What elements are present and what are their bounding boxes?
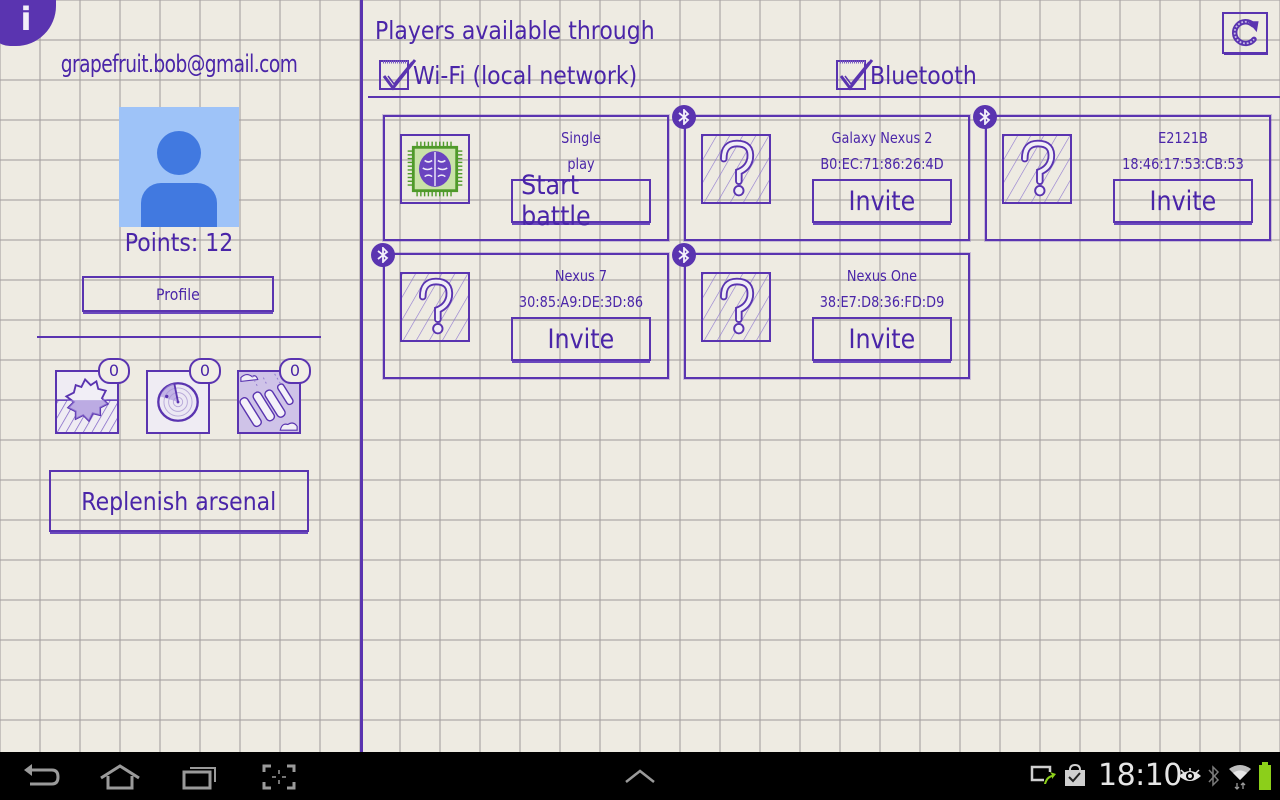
action-button-label: Invite <box>1149 185 1217 217</box>
unknown-player-icon <box>703 136 769 202</box>
info-icon: i <box>20 0 32 38</box>
bluetooth-checkbox-box <box>836 59 874 91</box>
unknown-player-icon <box>703 274 769 340</box>
bluetooth-badge <box>672 243 696 267</box>
back-icon <box>24 764 60 786</box>
invite-button[interactable]: Invite <box>812 317 952 361</box>
home-icon <box>100 764 140 790</box>
smart-stay-status <box>1178 768 1202 788</box>
player-avatar <box>701 134 771 204</box>
profile-button-label: Profile <box>156 284 200 304</box>
arsenal-count-missiles: 0 <box>279 358 311 384</box>
battery-status <box>1258 762 1272 794</box>
checkmark-icon <box>839 59 874 91</box>
player-card: Galaxy Nexus 2 B0:EC:71:86:26:4D Invite <box>672 105 970 241</box>
shopping-bag-check-icon <box>1065 763 1085 786</box>
action-button-label: Invite <box>848 323 916 355</box>
bluetooth-filter-label: Bluetooth <box>870 60 977 90</box>
player-name: Galaxy Nexus 2 <box>831 129 933 147</box>
bluetooth-badge <box>371 243 395 267</box>
bluetooth-icon <box>678 247 690 263</box>
screenshot-button[interactable] <box>262 764 296 790</box>
screen-mirror-status <box>1030 764 1056 790</box>
bluetooth-icon <box>678 109 690 125</box>
profile-button[interactable]: Profile <box>82 276 274 312</box>
bluetooth-badge <box>973 105 997 129</box>
bluetooth-badge <box>672 105 696 129</box>
bluetooth-icon <box>979 109 991 125</box>
player-card: Single play Start battle <box>383 115 669 241</box>
wifi-filter-checkbox[interactable]: Wi-Fi (local network) <box>379 59 668 91</box>
player-card: E2121B 18:46:17:53:CB:53 Invite <box>973 105 1271 241</box>
unknown-player-icon <box>402 274 468 340</box>
bluetooth-status <box>1208 764 1220 792</box>
arsenal-count-mine: 0 <box>98 358 130 384</box>
refresh-button[interactable] <box>1222 12 1268 54</box>
player-address: 38:E7:D8:36:FD:D9 <box>819 293 945 311</box>
recent-apps-button[interactable] <box>182 764 218 790</box>
players-title: Players available through <box>375 16 655 45</box>
user-email: grapefruit.bob@gmail.com <box>60 50 298 78</box>
screen-share-icon <box>1030 765 1056 784</box>
wifi-signal-icon <box>1229 765 1251 790</box>
player-address: 30:85:A9:DE:3D:86 <box>518 293 644 311</box>
bluetooth-filter-checkbox[interactable]: Bluetooth <box>836 59 991 91</box>
wifi-status <box>1228 764 1252 794</box>
player-name: Single <box>561 129 601 147</box>
brain-chip-icon <box>407 141 463 197</box>
player-avatar <box>701 272 771 342</box>
wifi-filter-label: Wi-Fi (local network) <box>413 60 638 90</box>
system-nav-bar: 18:10 <box>0 752 1280 800</box>
invite-button[interactable]: Invite <box>812 179 952 223</box>
app-screen: i grapefruit.bob@gmail.com Points: 12 Pr… <box>0 0 1280 752</box>
player-avatar <box>400 272 470 342</box>
chevron-up-icon <box>625 769 655 783</box>
checkmark-icon <box>382 59 417 91</box>
invite-button[interactable]: Invite <box>511 317 651 361</box>
action-button-label: Invite <box>547 323 615 355</box>
back-button[interactable] <box>22 764 60 790</box>
store-status <box>1064 763 1086 790</box>
refresh-icon <box>1231 19 1259 47</box>
replenish-arsenal-label: Replenish arsenal <box>81 486 277 516</box>
invite-button[interactable]: Invite <box>1113 179 1253 223</box>
clock: 18:10 <box>1098 758 1182 793</box>
replenish-arsenal-button[interactable]: Replenish arsenal <box>49 470 309 532</box>
avatar-head <box>157 131 201 175</box>
player-avatar <box>1002 134 1072 204</box>
start-battle-button[interactable]: Start battle <box>511 170 651 232</box>
unknown-player-icon <box>1004 136 1070 202</box>
sidebar-divider <box>37 336 321 338</box>
avatar-body <box>141 183 217 227</box>
player-card: Nexus One 38:E7:D8:36:FD:D9 Invite <box>672 243 970 379</box>
wifi-checkbox-box <box>379 59 417 91</box>
recent-apps-icon <box>182 767 216 790</box>
player-address: 18:46:17:53:CB:53 <box>1122 155 1244 173</box>
eye-icon <box>1179 768 1201 781</box>
screenshot-icon <box>262 764 296 790</box>
player-card: Nexus 7 30:85:A9:DE:3D:86 Invite <box>371 243 669 379</box>
avatar <box>119 107 239 227</box>
panel-divider <box>360 0 363 752</box>
home-button[interactable] <box>99 764 141 790</box>
player-address: B0:EC:71:86:26:4D <box>820 155 944 173</box>
player-name: Nexus 7 <box>554 267 608 285</box>
expand-tray-button[interactable] <box>624 768 656 784</box>
action-button-label: Invite <box>848 185 916 217</box>
bluetooth-icon <box>1208 765 1220 787</box>
arsenal-count-radar: 0 <box>189 358 221 384</box>
bluetooth-icon <box>377 247 389 263</box>
header-rule <box>368 96 1280 98</box>
points-label: Points: 12 <box>124 228 234 257</box>
player-avatar <box>400 134 470 204</box>
info-button[interactable]: i <box>0 0 56 46</box>
player-name: E2121B <box>1158 129 1208 147</box>
player-name: Nexus One <box>846 267 918 285</box>
action-button-label: Start battle <box>521 170 591 232</box>
battery-icon <box>1259 762 1271 790</box>
